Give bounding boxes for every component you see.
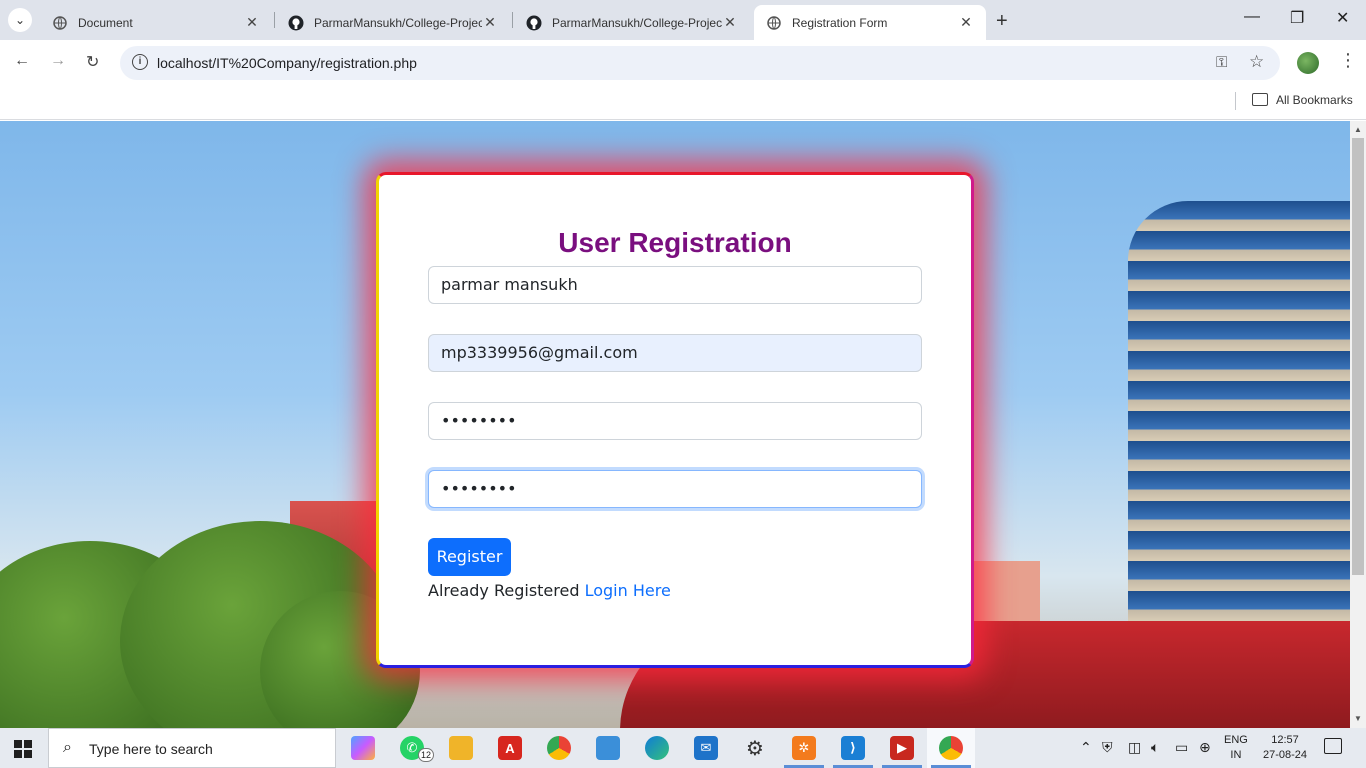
xampp-icon[interactable]: ✲ xyxy=(792,736,816,760)
background-tower xyxy=(1128,201,1350,641)
search-icon: ⌕ xyxy=(63,739,72,756)
name-field[interactable]: parmar mansukh xyxy=(428,266,922,304)
page-scrollbar[interactable]: ▲ ▼ xyxy=(1350,121,1366,728)
password-key-icon[interactable]: ⚿ xyxy=(1216,54,1227,71)
windows-start-icon[interactable] xyxy=(14,740,32,758)
notification-center-icon[interactable] xyxy=(1324,738,1342,754)
vscode-icon[interactable]: ⟩ xyxy=(841,736,865,760)
new-tab-icon[interactable]: + xyxy=(996,10,1008,33)
mail-icon[interactable]: ✉ xyxy=(694,736,718,760)
email-field[interactable]: mp3339956@gmail.com xyxy=(428,334,922,372)
tab-github-1[interactable]: ParmarMansukh/College-Projec ✕ xyxy=(276,5,510,40)
tab-search-icon[interactable]: ⌄ xyxy=(8,8,32,32)
reload-icon[interactable]: ↻ xyxy=(86,52,99,72)
tray-overflow-icon[interactable]: ⌃ xyxy=(1080,739,1092,756)
scroll-up-icon[interactable]: ▲ xyxy=(1354,125,1362,134)
tab-label: ParmarMansukh/College-Projec xyxy=(552,15,722,30)
clock-time: 12:57 xyxy=(1271,734,1299,746)
globe-icon xyxy=(52,15,68,31)
language-region: IN xyxy=(1230,749,1242,761)
tab-separator xyxy=(274,12,275,28)
clock-date: 27-08-24 xyxy=(1262,749,1308,761)
login-link[interactable]: Login Here xyxy=(585,581,671,600)
language-indicator[interactable]: ENG IN xyxy=(1224,733,1248,763)
page-viewport: User Registration parmar mansukh mp33399… xyxy=(0,121,1350,728)
tab-document[interactable]: Document ✕ xyxy=(40,5,272,40)
github-icon xyxy=(288,15,304,31)
control-panel-icon[interactable] xyxy=(596,736,620,760)
bookmark-star-icon[interactable]: ☆ xyxy=(1249,52,1264,72)
browser-toolbar: ← → ↻ i localhost/IT%20Company/registrat… xyxy=(0,40,1366,86)
volume-icon[interactable]: 🔈︎ xyxy=(1151,739,1159,756)
bookmarks-bar: All Bookmarks xyxy=(0,86,1366,120)
security-shield-icon[interactable]: ⛨ xyxy=(1102,739,1113,756)
already-registered-text: Already Registered Login Here xyxy=(428,581,671,600)
chrome-active-icon[interactable] xyxy=(939,736,963,760)
url-text[interactable]: localhost/IT%20Company/registration.php xyxy=(157,55,417,71)
close-icon[interactable]: ✕ xyxy=(482,14,498,31)
profile-avatar[interactable] xyxy=(1297,52,1319,74)
already-registered-label: Already Registered xyxy=(428,581,580,600)
tab-label: ParmarMansukh/College-Projec xyxy=(314,15,482,30)
bookmarks-separator xyxy=(1235,92,1236,110)
media-player-icon[interactable]: ▶ xyxy=(890,736,914,760)
settings-gear-icon[interactable]: ⚙ xyxy=(743,736,767,760)
register-button[interactable]: Register xyxy=(428,538,511,576)
tab-separator xyxy=(512,12,513,28)
edge-icon[interactable] xyxy=(645,736,669,760)
minimize-icon[interactable]: — xyxy=(1244,8,1260,26)
tab-registration-form[interactable]: Registration Form ✕ xyxy=(754,5,986,40)
page-title: User Registration xyxy=(558,227,792,258)
windows-taskbar: ⌕ Type here to search ✆ 12 A ✉ ⚙ ✲ ⟩ ▶ ⌃… xyxy=(0,728,1366,768)
chrome-icon[interactable] xyxy=(547,736,571,760)
restore-icon[interactable]: ❐ xyxy=(1290,8,1304,28)
close-icon[interactable]: ✕ xyxy=(958,14,974,31)
scroll-thumb[interactable] xyxy=(1352,138,1364,575)
forward-icon[interactable]: → xyxy=(50,52,66,70)
copilot-icon[interactable] xyxy=(351,736,375,760)
tab-strip: ⌄ Document ✕ ParmarMansukh/College-Proje… xyxy=(0,0,1366,40)
search-placeholder: Type here to search xyxy=(89,741,213,757)
acrobat-icon[interactable]: A xyxy=(498,736,522,760)
taskbar-search[interactable]: ⌕ Type here to search xyxy=(48,728,336,768)
tab-label: Document xyxy=(78,15,133,30)
tab-github-2[interactable]: ParmarMansukh/College-Projec ✕ xyxy=(514,5,750,40)
registration-card: User Registration parmar mansukh mp33399… xyxy=(376,172,974,668)
camera-icon[interactable]: ◫ xyxy=(1128,739,1141,756)
site-info-icon[interactable]: i xyxy=(132,54,148,70)
back-icon[interactable]: ← xyxy=(14,52,30,70)
network-globe-icon[interactable]: ⊕ xyxy=(1199,739,1211,756)
language-code: ENG xyxy=(1224,734,1248,746)
github-icon xyxy=(526,15,542,31)
close-icon[interactable]: ✕ xyxy=(244,14,260,31)
confirm-password-field[interactable]: •••••••• xyxy=(428,470,922,508)
file-explorer-icon[interactable] xyxy=(449,736,473,760)
globe-icon xyxy=(766,15,782,31)
address-bar[interactable]: i localhost/IT%20Company/registration.ph… xyxy=(120,46,1280,80)
folder-icon[interactable] xyxy=(1252,93,1268,106)
close-window-icon[interactable]: ✕ xyxy=(1336,8,1349,28)
notification-badge: 12 xyxy=(418,748,434,762)
battery-icon[interactable]: ▭ xyxy=(1175,739,1188,756)
system-clock[interactable]: 12:57 27-08-24 xyxy=(1260,733,1310,763)
menu-kebab-icon[interactable]: ⋮ xyxy=(1339,50,1357,71)
close-icon[interactable]: ✕ xyxy=(722,14,738,31)
scroll-down-icon[interactable]: ▼ xyxy=(1354,714,1362,723)
all-bookmarks-link[interactable]: All Bookmarks xyxy=(1276,93,1353,107)
tab-label: Registration Form xyxy=(792,15,888,30)
password-field[interactable]: •••••••• xyxy=(428,402,922,440)
